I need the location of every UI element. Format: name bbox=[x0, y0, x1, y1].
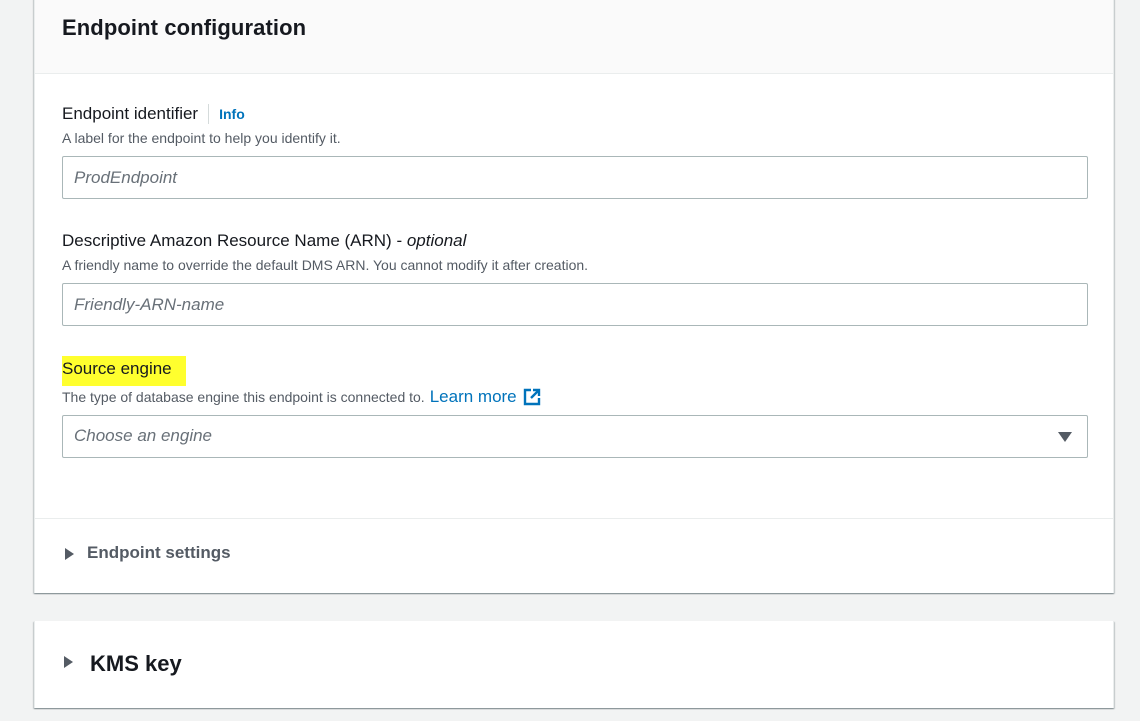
endpoint-identifier-description: A label for the endpoint to help you ide… bbox=[62, 130, 341, 146]
source-engine-select-value: Choose an engine bbox=[74, 426, 213, 445]
source-engine-select[interactable]: Choose an engine bbox=[62, 415, 1088, 458]
arn-description: A friendly name to override the default … bbox=[62, 257, 589, 273]
endpoint-identifier-input[interactable] bbox=[63, 157, 1047, 198]
learn-more-label: Learn more bbox=[429, 387, 517, 406]
arn-label-row: Descriptive Amazon Resource Name (ARN) -… bbox=[62, 230, 1088, 252]
panel-header: Endpoint configuration bbox=[35, 0, 1113, 74]
info-separator bbox=[208, 104, 210, 124]
source-engine-description: The type of database engine this endpoin… bbox=[62, 389, 425, 405]
endpoint-identifier-input-wrapper bbox=[62, 156, 1088, 199]
source-engine-description-row: The type of database engine this endpoin… bbox=[62, 388, 1088, 406]
info-link[interactable]: Info bbox=[219, 103, 245, 125]
source-engine-label: Source engine bbox=[62, 356, 186, 386]
endpoint-identifier-field: Endpoint identifier Info A label for the… bbox=[62, 103, 1088, 199]
arn-optional-label: optional bbox=[406, 231, 467, 250]
arn-label: Descriptive Amazon Resource Name (ARN) - bbox=[62, 231, 407, 250]
caret-right-icon bbox=[64, 656, 73, 668]
endpoint-settings-label: Endpoint settings bbox=[87, 543, 231, 562]
panel-title: Endpoint configuration bbox=[62, 15, 307, 40]
caret-down-icon bbox=[1058, 432, 1072, 442]
endpoint-configuration-panel: Endpoint configuration Endpoint identifi… bbox=[34, 0, 1114, 593]
learn-more-link[interactable]: Learn more bbox=[430, 388, 541, 406]
endpoint-identifier-label: Endpoint identifier bbox=[62, 104, 199, 123]
endpoint-identifier-label-row: Endpoint identifier Info bbox=[62, 103, 1088, 125]
external-link-icon bbox=[523, 388, 540, 406]
source-engine-label-row: Source engine bbox=[62, 356, 1088, 386]
caret-right-icon bbox=[65, 548, 74, 560]
kms-key-panel[interactable]: KMS key bbox=[34, 621, 1114, 708]
arn-input[interactable] bbox=[63, 284, 1047, 325]
arn-input-wrapper bbox=[62, 283, 1088, 326]
arn-field: Descriptive Amazon Resource Name (ARN) -… bbox=[62, 230, 1088, 326]
kms-key-label: KMS key bbox=[90, 651, 182, 676]
endpoint-settings-expander[interactable]: Endpoint settings bbox=[35, 518, 1113, 591]
source-engine-field: Source engine The type of database engin… bbox=[62, 356, 1088, 458]
